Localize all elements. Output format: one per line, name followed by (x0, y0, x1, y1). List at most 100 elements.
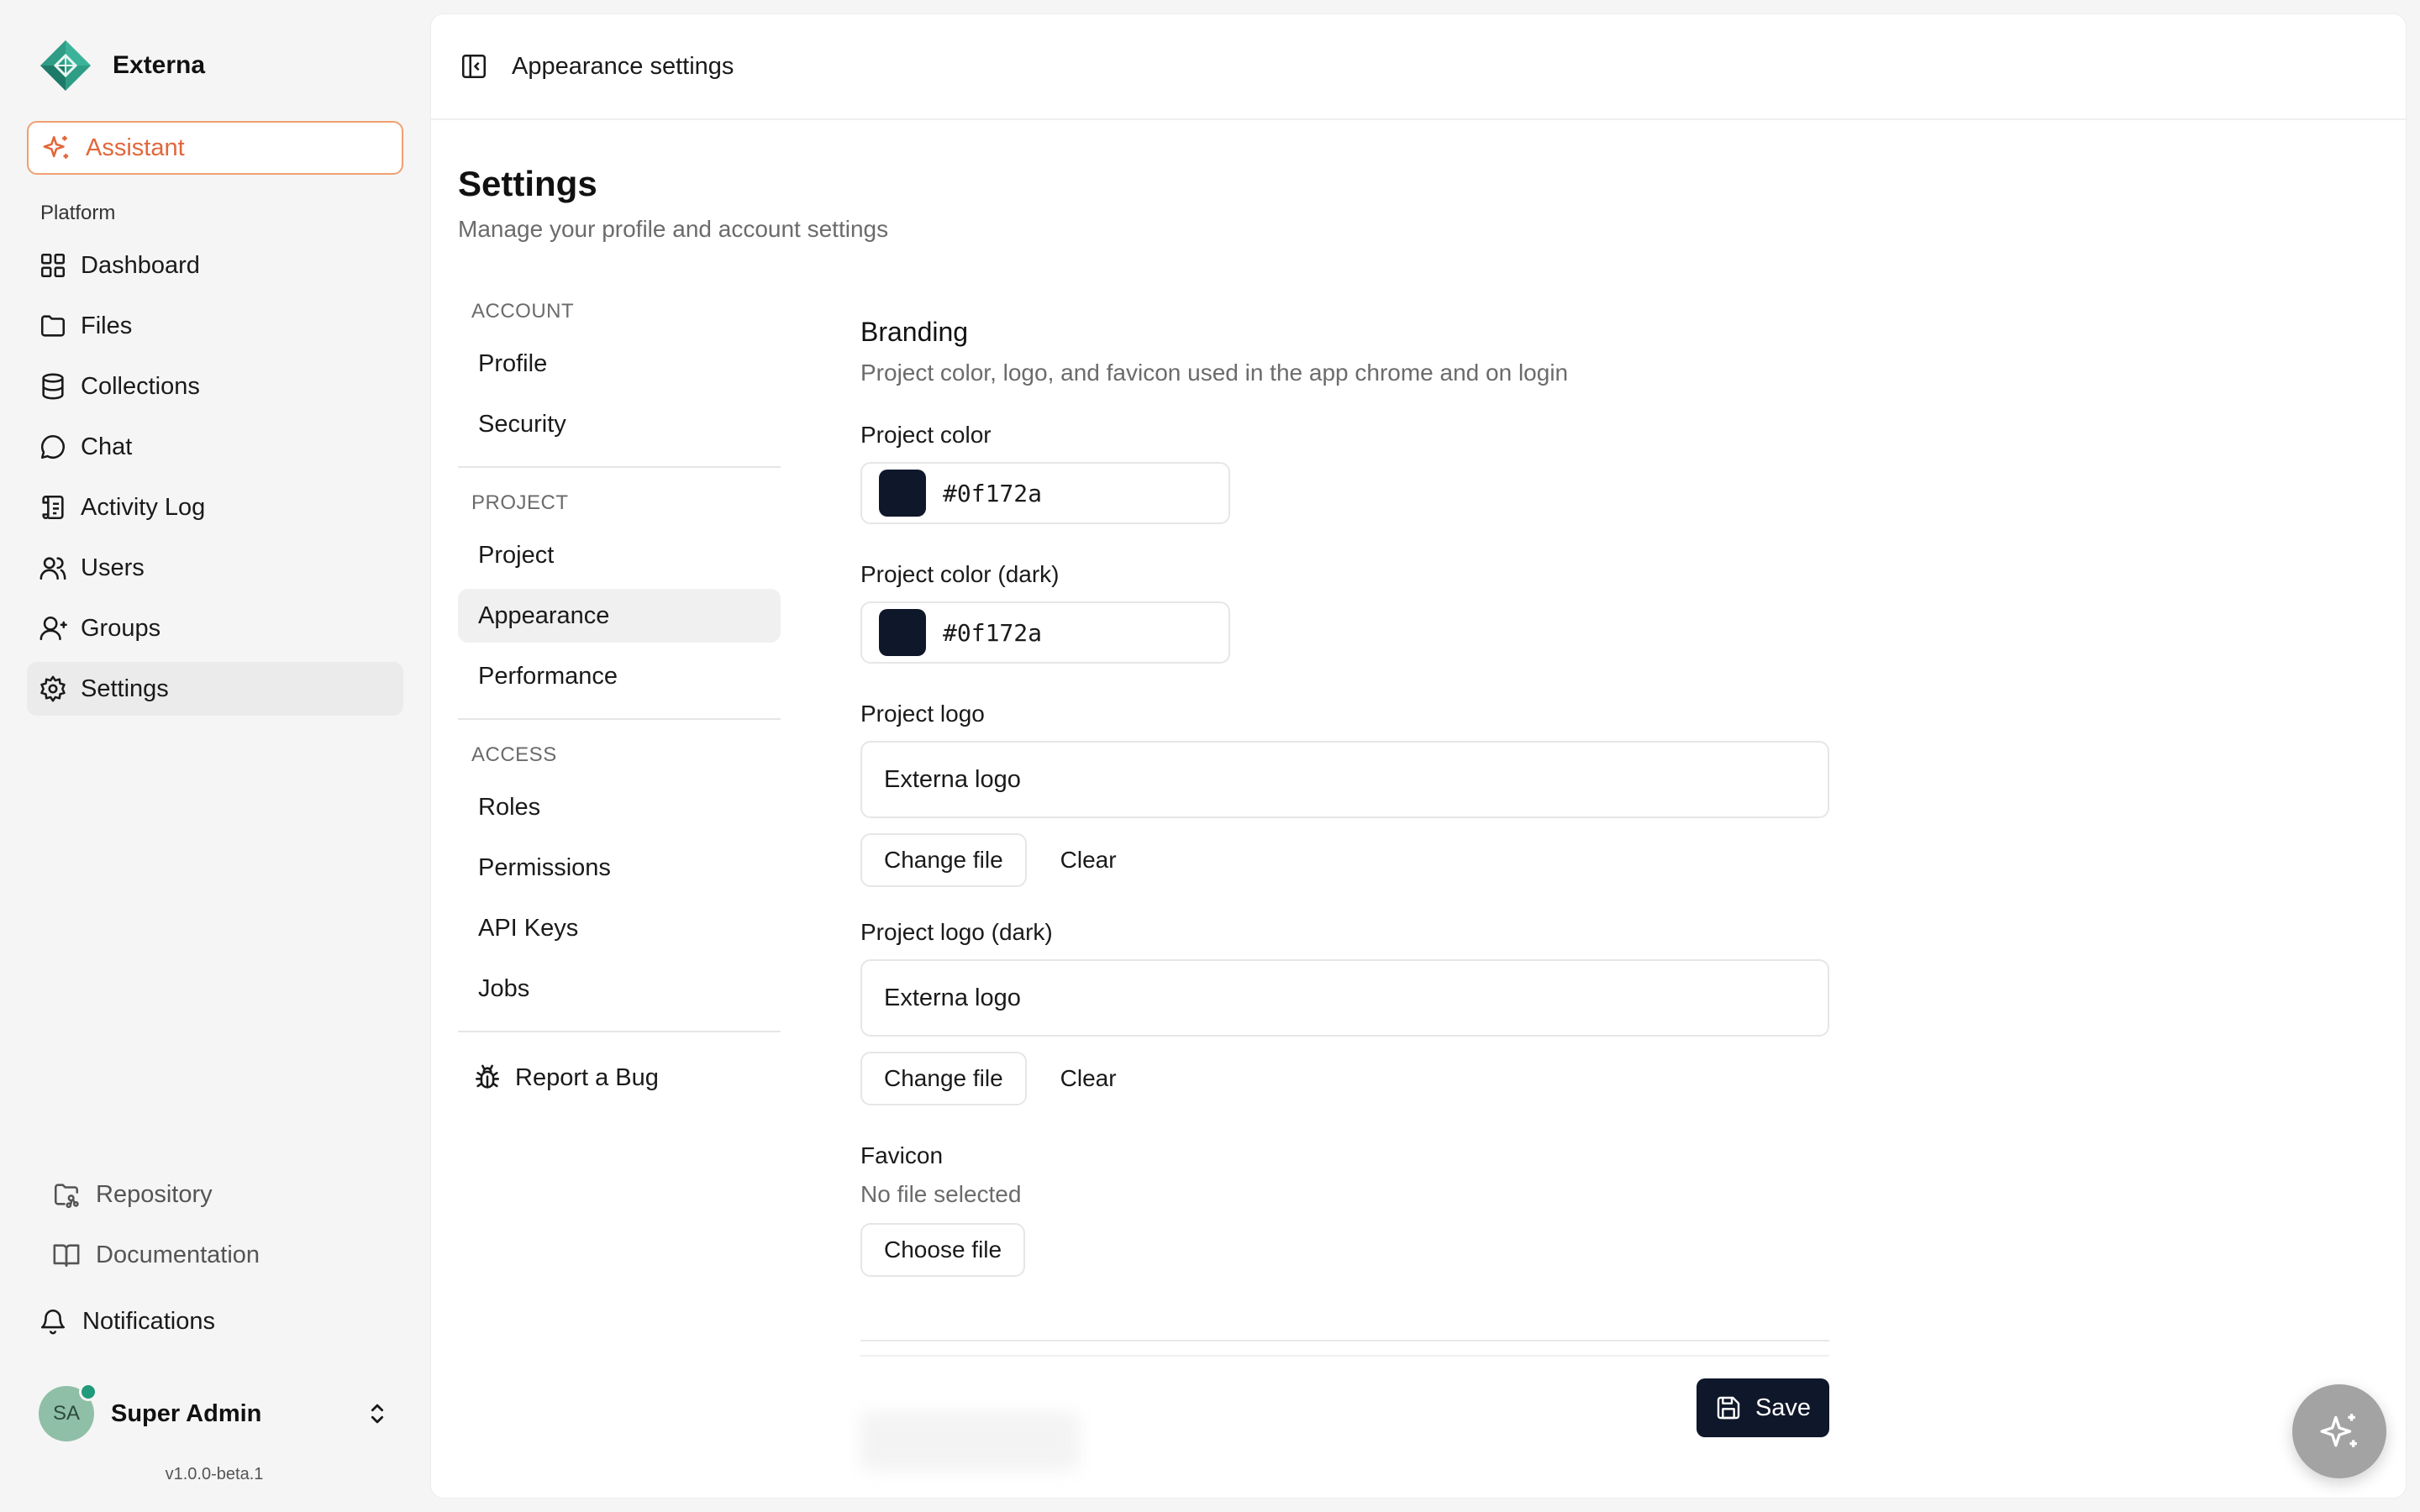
subnav-divider (458, 718, 781, 720)
subnav-item-security[interactable]: Security (458, 397, 781, 451)
clear-logo-dark-button[interactable]: Clear (1060, 1065, 1117, 1092)
choose-favicon-button[interactable]: Choose file (860, 1223, 1026, 1277)
settings-subnav: ACCOUNT Profile Security PROJECT Project… (458, 295, 781, 1111)
scroll-icon (39, 493, 67, 522)
sidebar-item-groups[interactable]: Groups (27, 601, 403, 655)
project-color-label: Project color (860, 422, 992, 448)
user-menu[interactable]: SA Super Admin (39, 1383, 392, 1443)
app-version: v1.0.0-beta.1 (165, 1465, 264, 1483)
project-logo-dark-field[interactable]: Externa logo (860, 959, 1829, 1037)
favicon-label: Favicon (860, 1142, 944, 1168)
save-icon (1715, 1394, 1742, 1421)
assistant-label: Assistant (86, 134, 185, 161)
sparkles-icon (2318, 1410, 2360, 1452)
database-icon (39, 372, 67, 401)
project-logo-field[interactable]: Externa logo (860, 741, 1829, 818)
color-swatch[interactable] (879, 609, 926, 656)
breadcrumb: Appearance settings (512, 52, 734, 80)
sidebar-item-users[interactable]: Users (27, 541, 403, 595)
app-name: Externa (113, 51, 206, 79)
sidebar-toggle-icon[interactable] (460, 52, 488, 81)
report-bug-link[interactable]: Report a Bug (458, 1051, 781, 1105)
page-subtitle: Manage your profile and account settings (458, 216, 889, 242)
project-logo-label: Project logo (860, 701, 985, 727)
users-icon (39, 554, 67, 582)
groups-icon (39, 614, 67, 643)
externa-logo-icon (39, 39, 92, 92)
notifications-button[interactable]: Notifications (39, 1307, 215, 1336)
assistant-button[interactable]: Assistant (27, 121, 403, 175)
section-title: Branding (860, 317, 969, 347)
project-color-dark-label: Project color (dark) (860, 561, 1060, 587)
subnav-item-permissions[interactable]: Permissions (458, 841, 781, 895)
sidebar-item-files[interactable]: Files (27, 299, 403, 353)
footer-divider (860, 1355, 1829, 1357)
documentation-link[interactable]: Documentation (40, 1228, 403, 1282)
sidebar-item-label: Collections (81, 372, 200, 400)
top-bar: Appearance settings (431, 14, 2406, 120)
subnav-divider (458, 1031, 781, 1032)
sidebar-item-dashboard[interactable]: Dashboard (27, 239, 403, 292)
brand[interactable]: Externa (39, 39, 205, 92)
sidebar-footer-links: Repository Documentation (40, 1168, 403, 1289)
project-logo-group: Project logo Externa logo Change file Cl… (860, 701, 1829, 887)
sidebar-item-activity-log[interactable]: Activity Log (27, 480, 403, 534)
dashboard-icon (39, 251, 67, 280)
sidebar-item-label: Dashboard (81, 251, 200, 279)
subnav-item-performance[interactable]: Performance (458, 649, 781, 703)
subnav-item-jobs[interactable]: Jobs (458, 962, 781, 1016)
sidebar-nav: Dashboard Files Collections Chat Activit… (27, 239, 403, 722)
clear-logo-button[interactable]: Clear (1060, 847, 1117, 874)
subnav-heading-access: ACCESS (471, 743, 557, 766)
bug-icon (473, 1063, 502, 1092)
save-button[interactable]: Save (1697, 1378, 1829, 1437)
subnav-item-project[interactable]: Project (458, 528, 781, 582)
page-title: Settings (458, 164, 597, 203)
sidebar-item-label: Settings (81, 675, 169, 702)
chat-icon (39, 433, 67, 461)
favicon-group: Favicon No file selected Choose file (860, 1142, 1829, 1277)
assistant-fab[interactable] (2292, 1384, 2386, 1478)
subnav-heading-account: ACCOUNT (471, 300, 575, 323)
sidebar-item-label: Activity Log (81, 493, 206, 521)
sidebar-item-label: Files (81, 312, 133, 339)
book-icon (52, 1241, 81, 1269)
gear-icon (39, 675, 67, 703)
report-bug-label: Report a Bug (515, 1063, 659, 1091)
repository-link[interactable]: Repository (40, 1168, 403, 1221)
repository-icon (52, 1180, 81, 1209)
section-subtitle: Project color, logo, and favicon used in… (860, 360, 1569, 386)
documentation-label: Documentation (96, 1241, 260, 1268)
user-name: Super Admin (111, 1399, 262, 1427)
sidebar-item-chat[interactable]: Chat (27, 420, 403, 474)
footer-divider (860, 1340, 1829, 1341)
sidebar-item-settings[interactable]: Settings (27, 662, 403, 716)
change-logo-button[interactable]: Change file (860, 833, 1027, 887)
project-color-group: Project color #0f172a (860, 422, 1829, 524)
subnav-heading-project: PROJECT (471, 491, 569, 514)
project-color-dark-input[interactable]: #0f172a (860, 601, 1230, 664)
subnav-divider (458, 466, 781, 468)
chevrons-up-down-icon (363, 1399, 392, 1428)
change-logo-dark-button[interactable]: Change file (860, 1052, 1027, 1105)
bell-icon (39, 1307, 67, 1336)
color-swatch[interactable] (879, 470, 926, 517)
sidebar-item-label: Users (81, 554, 145, 581)
main-panel: Appearance settings Settings Manage your… (430, 13, 2407, 1499)
sparkles-icon (42, 134, 71, 162)
project-color-dark-group: Project color (dark) #0f172a (860, 561, 1829, 664)
favicon-status: No file selected (860, 1181, 1022, 1207)
sidebar-item-label: Chat (81, 433, 133, 460)
sidebar-item-collections[interactable]: Collections (27, 360, 403, 413)
folder-icon (39, 312, 67, 340)
project-color-input[interactable]: #0f172a (860, 462, 1230, 524)
subnav-item-api-keys[interactable]: API Keys (458, 901, 781, 955)
subnav-item-profile[interactable]: Profile (458, 337, 781, 391)
project-logo-dark-label: Project logo (dark) (860, 919, 1053, 945)
subnav-item-roles[interactable]: Roles (458, 780, 781, 834)
subnav-item-appearance[interactable]: Appearance (458, 589, 781, 643)
sidebar-item-label: Groups (81, 614, 161, 642)
color-hex-value: #0f172a (943, 479, 1043, 507)
blurred-placeholder (860, 1412, 1079, 1471)
online-status-dot (79, 1383, 97, 1401)
